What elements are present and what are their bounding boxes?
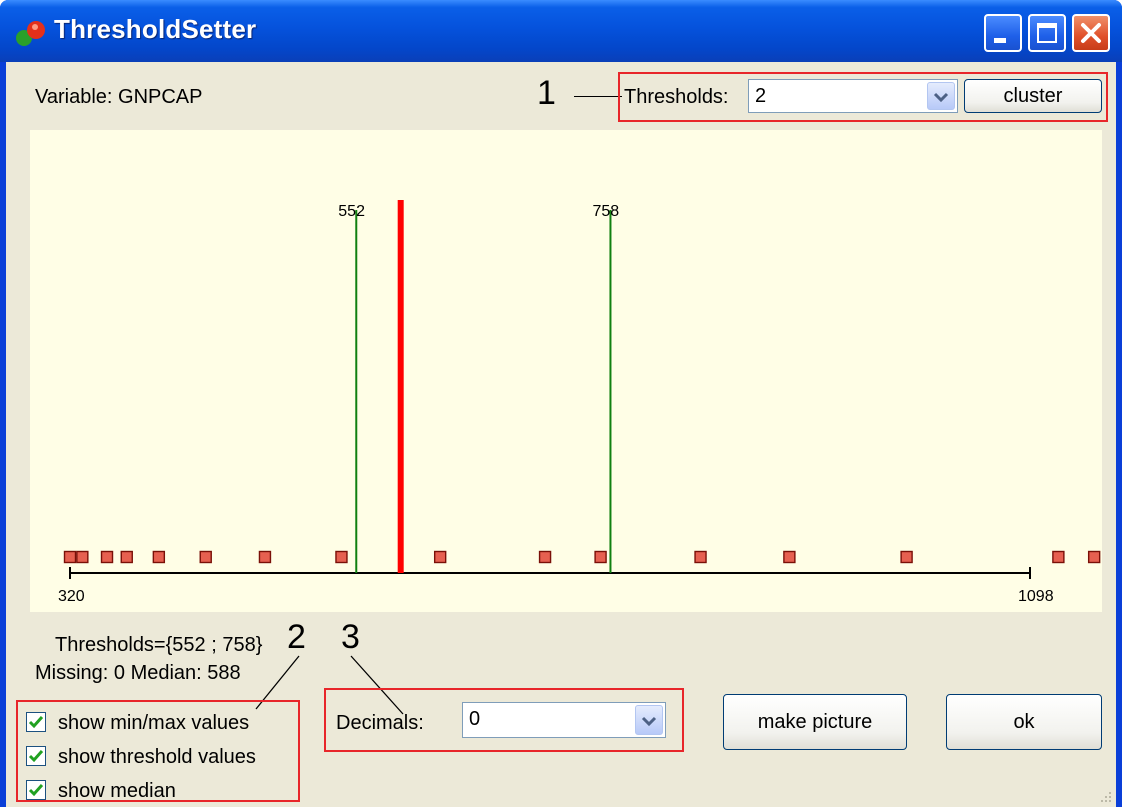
maximize-icon <box>1037 23 1057 43</box>
decimals-dropdown[interactable]: 0 <box>462 702 666 738</box>
show-median-checkbox[interactable] <box>26 780 46 800</box>
show-minmax-label: show min/max values <box>58 712 250 734</box>
app-icon <box>16 21 45 46</box>
show-median-label: show median <box>58 780 176 802</box>
show-minmax-checkbox[interactable] <box>26 712 46 732</box>
show-thresholds-label: show threshold values <box>58 746 256 768</box>
close-button[interactable] <box>1072 14 1110 52</box>
show-thresholds-checkbox[interactable] <box>26 746 46 766</box>
maximize-button[interactable] <box>1028 14 1066 52</box>
threshold-setter-window: ThresholdSetter Variable: GNPCAP 1 Thres… <box>0 0 1122 807</box>
make-picture-button[interactable]: make picture <box>723 694 907 750</box>
minimize-icon <box>994 38 1006 43</box>
chevron-down-icon[interactable] <box>635 705 663 735</box>
minimize-button[interactable] <box>984 14 1022 52</box>
decimals-label: Decimals: <box>336 712 424 734</box>
dialog-body: Variable: GNPCAP 1 Thresholds: 2 cluster… <box>6 62 1116 807</box>
checkmark-icon <box>28 716 44 729</box>
decimals-value: 0 <box>469 708 481 730</box>
ok-label: ok <box>1013 711 1035 733</box>
checkmark-icon <box>28 784 44 797</box>
checkmark-icon <box>28 750 44 763</box>
resize-grip-icon[interactable] <box>1096 789 1114 805</box>
window-title: ThresholdSetter <box>54 14 257 44</box>
close-icon <box>1081 23 1101 43</box>
title-bar[interactable]: ThresholdSetter <box>0 0 1122 62</box>
make-picture-label: make picture <box>757 711 873 733</box>
ok-button[interactable]: ok <box>946 694 1102 750</box>
